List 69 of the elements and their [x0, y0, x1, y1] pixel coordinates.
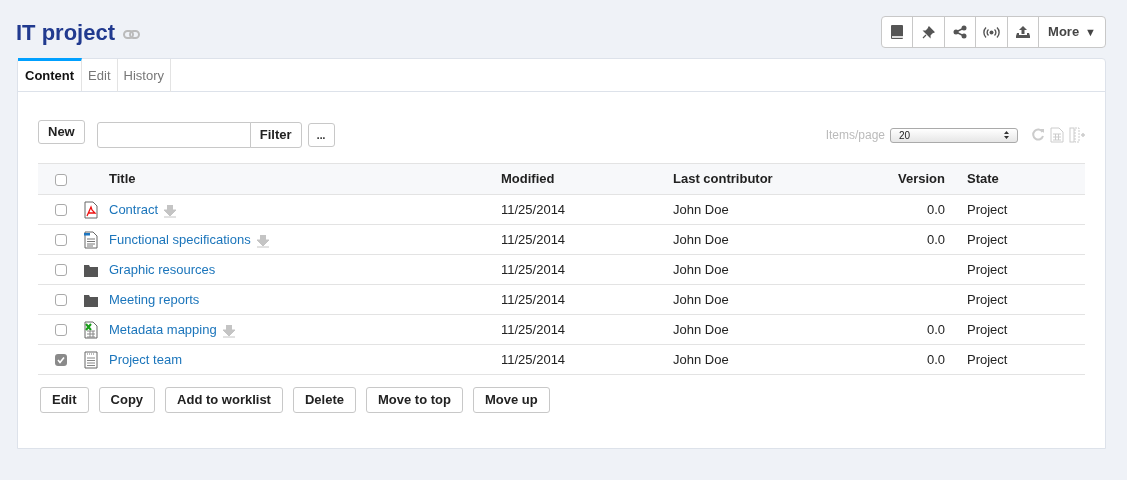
table-cell: John Doe [673, 351, 729, 367]
table-cell: 11/25/2014 [501, 291, 566, 307]
select-value: 20 [899, 128, 911, 143]
table-cell: 0.0 [926, 351, 945, 367]
column-header[interactable]: State [967, 171, 999, 187]
table-cell: John Doe [673, 231, 729, 247]
table-cell: 11/25/2014 [501, 231, 566, 247]
checkbox[interactable] [55, 204, 67, 217]
item-link[interactable]: Graphic resources [109, 259, 216, 280]
items-per-page-select[interactable]: 20 [890, 127, 1018, 143]
table-cell: John Doe [673, 291, 729, 307]
table-cell: Project [967, 201, 1008, 217]
checkbox[interactable] [55, 354, 67, 367]
download-icon[interactable] [163, 205, 178, 218]
checkbox[interactable] [55, 234, 67, 247]
table-cell: 11/25/2014 [501, 261, 566, 277]
action-button[interactable]: Move to top [366, 387, 463, 413]
items-per-page-label: Items/page [825, 127, 885, 144]
pdf-file-icon [84, 200, 98, 219]
table-cell: 0.0 [926, 201, 945, 217]
add-column-icon[interactable] [1069, 127, 1085, 143]
action-button[interactable]: Add to worklist [165, 387, 283, 413]
table-cell: John Doe [673, 261, 729, 277]
new-button[interactable]: New [38, 120, 85, 144]
checkbox[interactable] [55, 324, 67, 337]
filter-field[interactable] [96, 122, 251, 148]
table-cell: Project [967, 231, 1008, 247]
item-link[interactable]: Contract [109, 199, 159, 220]
tab[interactable]: History [117, 59, 171, 92]
table-cell: Project [967, 291, 1008, 307]
action-button[interactable]: Copy [98, 387, 156, 413]
item-link[interactable]: Functional specifications [109, 229, 251, 250]
column-header[interactable]: Title [109, 171, 136, 187]
action-button[interactable]: Edit [40, 387, 89, 413]
table-cell: Project [967, 351, 1008, 367]
link-icon[interactable] [123, 29, 140, 39]
select-arrows-icon [1004, 131, 1009, 139]
table-cell: 11/25/2014 [501, 351, 566, 367]
table-cell: 11/25/2014 [501, 201, 566, 217]
item-link[interactable]: Meeting reports [109, 289, 200, 310]
checkbox[interactable] [55, 264, 67, 277]
item-link[interactable]: Metadata mapping [109, 319, 217, 340]
spreadsheet-icon [84, 320, 98, 339]
checkbox[interactable] [55, 173, 67, 186]
action-button[interactable]: Delete [292, 387, 356, 413]
table-cell: 0.0 [926, 231, 945, 247]
download-icon[interactable] [255, 235, 270, 248]
action-button[interactable]: Move up [472, 387, 550, 413]
tab[interactable]: Content [18, 58, 83, 91]
tab[interactable]: Edit [82, 59, 118, 92]
item-link[interactable]: Project team [109, 349, 182, 370]
document-icon [84, 230, 98, 249]
table-cell: Project [967, 261, 1008, 277]
table-cell: John Doe [673, 201, 729, 217]
table-cell: Project [967, 321, 1008, 337]
column-header[interactable]: Modified [501, 171, 555, 187]
download-icon[interactable] [221, 325, 236, 338]
column-header[interactable]: Last contributor [673, 171, 773, 187]
more-options-button[interactable]: ... [307, 123, 335, 147]
filter-button[interactable]: Filter [249, 122, 302, 148]
table-cell: John Doe [673, 321, 729, 337]
checkbox[interactable] [55, 294, 67, 307]
refresh-icon[interactable] [1031, 128, 1045, 142]
column-header[interactable]: Version [898, 171, 945, 187]
table-cell: 11/25/2014 [501, 321, 566, 337]
table-icon[interactable] [1050, 127, 1064, 143]
table-cell: 0.0 [926, 321, 945, 337]
page-icon [84, 350, 98, 369]
page-title: IT project [16, 18, 115, 47]
